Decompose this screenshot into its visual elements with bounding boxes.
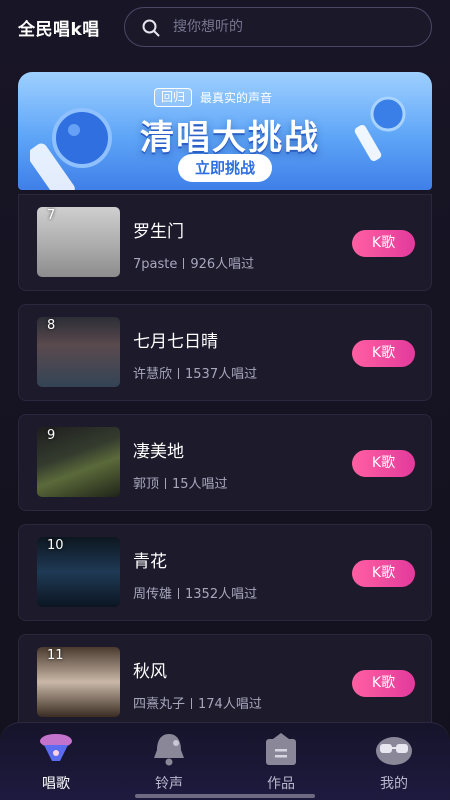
rank-number: 7: [47, 208, 56, 223]
song-title: 凄美地: [133, 442, 184, 462]
home-indicator: [135, 794, 315, 798]
song-meta: 7paste 926人唱过: [133, 253, 254, 272]
banner-subtitle: 回归 最真实的声音: [154, 86, 324, 108]
rank-number: 8: [47, 318, 56, 333]
search-input[interactable]: [173, 16, 413, 38]
microphone-icon-right: [354, 96, 406, 161]
song-count: 15人唱过: [172, 477, 228, 492]
song-title: 七月七日晴: [133, 332, 218, 352]
divider: [191, 698, 193, 709]
k-song-button[interactable]: K歌: [352, 340, 415, 367]
song-meta: 周传雄 1352人唱过: [133, 583, 257, 602]
nav-label: 唱歌: [42, 776, 70, 792]
song-cover: 7: [37, 207, 120, 277]
divider: [183, 258, 185, 269]
song-count: 1537人唱过: [185, 367, 258, 382]
rank-number: 9: [47, 428, 56, 443]
search-bar[interactable]: [124, 7, 432, 47]
song-item[interactable]: 8 七月七日晴 许慧欣 1537人唱过 K歌: [18, 304, 432, 401]
nav-item-sing[interactable]: 唱歌: [16, 731, 96, 793]
app-title: 全民唱k唱: [18, 20, 100, 40]
song-meta: 四熹丸子 174人唱过: [133, 693, 262, 712]
song-item[interactable]: 7 罗生门 7paste 926人唱过 K歌: [18, 194, 432, 291]
song-count: 174人唱过: [198, 697, 262, 712]
rank-number: 11: [47, 648, 64, 663]
song-cover: 8: [37, 317, 120, 387]
nav-label: 作品: [267, 776, 295, 792]
song-count: 1352人唱过: [185, 587, 258, 602]
song-artist: 郭顶: [133, 477, 160, 492]
song-meta: 许慧欣 1537人唱过: [133, 363, 257, 382]
song-count: 926人唱过: [190, 257, 255, 272]
k-song-button[interactable]: K歌: [352, 230, 415, 257]
microphone-icon: [30, 108, 112, 190]
song-title: 青花: [133, 552, 167, 572]
song-item[interactable]: 11 秋风 四熹丸子 174人唱过 K歌: [18, 634, 432, 731]
song-title: 秋风: [133, 662, 167, 682]
bell-icon: [154, 734, 184, 766]
song-cover: 11: [37, 647, 120, 717]
song-artist: 许慧欣: [133, 367, 173, 382]
k-song-button[interactable]: K歌: [352, 670, 415, 697]
song-item[interactable]: 9 凄美地 郭顶 15人唱过 K歌: [18, 414, 432, 511]
song-meta: 郭顶 15人唱过: [133, 473, 228, 492]
k-song-button[interactable]: K歌: [352, 450, 415, 477]
banner-subtitle-text: 最真实的声音: [200, 90, 273, 105]
challenge-banner[interactable]: 回归 最真实的声音 清唱大挑战 立即挑战: [18, 72, 432, 190]
nav-item-works[interactable]: 作品: [241, 731, 321, 793]
k-song-button[interactable]: K歌: [352, 560, 415, 587]
song-list: 7 罗生门 7paste 926人唱过 K歌 8 七月七日晴 许慧欣 1537人唱过…: [18, 194, 432, 744]
song-artist: 7paste: [133, 257, 178, 272]
divider: [178, 368, 180, 379]
nav-item-ringtone[interactable]: 铃声: [129, 731, 209, 793]
banner-tag: 回归: [154, 87, 193, 107]
rank-number: 10: [47, 538, 64, 553]
song-artist: 周传雄: [133, 587, 173, 602]
banner-title: 清唱大挑战: [140, 118, 320, 158]
song-item[interactable]: 10 青花 周传雄 1352人唱过 K歌: [18, 524, 432, 621]
challenge-button[interactable]: 立即挑战: [178, 154, 272, 182]
mic-icon: [40, 734, 72, 761]
search-icon: [142, 19, 160, 37]
song-title: 罗生门: [133, 222, 184, 242]
nav-label: 我的: [380, 776, 408, 792]
nav-item-mine[interactable]: 我的: [354, 731, 434, 793]
divider: [165, 478, 167, 489]
works-icon: [266, 733, 296, 765]
bottom-nav: 唱歌 铃声 作品 我的: [0, 722, 450, 800]
app-screen: 全民唱k唱 回归 最真实的声音 清唱大挑战 立即挑战: [0, 0, 450, 800]
nav-label: 铃声: [155, 776, 183, 792]
top-bar: 全民唱k唱: [0, 0, 450, 56]
song-artist: 四熹丸子: [133, 697, 186, 712]
song-cover: 10: [37, 537, 120, 607]
profile-icon: [376, 737, 412, 765]
divider: [178, 588, 180, 599]
song-cover: 9: [37, 427, 120, 497]
